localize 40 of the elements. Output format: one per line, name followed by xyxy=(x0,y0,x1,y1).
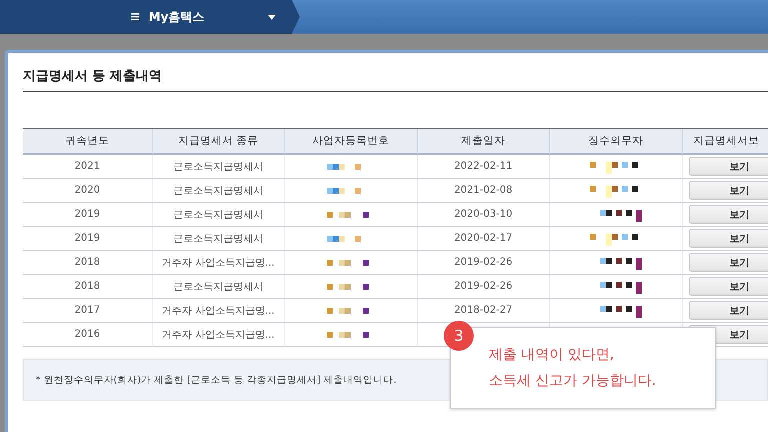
table-cell: 2020-03-10 xyxy=(418,203,550,227)
view-button[interactable]: 보기 xyxy=(689,229,768,248)
table-cell: 2020-02-17 xyxy=(418,227,550,251)
table-cell: 2018 xyxy=(23,275,153,299)
column-header: 귀속년도 xyxy=(23,129,153,155)
table-cell: 거주자 사업소득지급명... xyxy=(153,323,285,347)
table-cell: 근로소득지급명세서 xyxy=(153,179,285,203)
table-cell: 2019 xyxy=(23,203,153,227)
column-header: 지급명세서보 xyxy=(683,129,768,155)
table-cell: 근로소득지급명세서 xyxy=(153,203,285,227)
table-cell: 근로소득지급명세서 xyxy=(153,275,285,299)
callout-text: 소득세 신고가 가능합니다. xyxy=(489,372,658,391)
table-cell: 2016 xyxy=(23,323,153,347)
table-cell: 근로소득지급명세서 xyxy=(153,227,285,251)
table-cell: 거주자 사업소득지급명... xyxy=(153,299,285,323)
table-cell: 2019 xyxy=(23,227,153,251)
view-button[interactable]: 보기 xyxy=(689,253,768,272)
table-cell: 2017 xyxy=(23,299,153,323)
view-button[interactable]: 보기 xyxy=(689,181,768,200)
table-cell: 2019-02-26 xyxy=(418,251,550,275)
table-cell: 거주자 사업소득지급명... xyxy=(153,251,285,275)
view-button[interactable]: 보기 xyxy=(689,301,768,320)
column-header: 지급명세서 종류 xyxy=(153,129,285,155)
table-cell: 2021-02-08 xyxy=(418,179,550,203)
view-button[interactable]: 보기 xyxy=(689,205,768,224)
callout-text: 제출 내역이 있다면, xyxy=(489,346,616,365)
notice-text: * 원천징수의무자(회사)가 제출한 [근로소득 등 각종지급명세서] 제출내역입니다. xyxy=(36,374,397,386)
column-header: 제출일자 xyxy=(418,129,550,155)
caret-icon xyxy=(268,14,276,20)
table-cell: 2019-02-26 xyxy=(418,275,550,299)
view-button[interactable]: 보기 xyxy=(689,277,768,296)
table-cell: 2021 xyxy=(23,155,153,179)
column-header: 징수의무자 xyxy=(550,129,683,155)
table-cell: 근로소득지급명세서 xyxy=(153,155,285,179)
table-cell: 2018 xyxy=(23,251,153,275)
column-header: 사업자등록번호 xyxy=(285,129,418,155)
table-cell: 2022-02-11 xyxy=(418,155,550,179)
view-button[interactable]: 보기 xyxy=(689,157,768,176)
section-title: 지급명세서 등 제출내역 xyxy=(23,67,768,92)
table-cell: 2020 xyxy=(23,179,153,203)
